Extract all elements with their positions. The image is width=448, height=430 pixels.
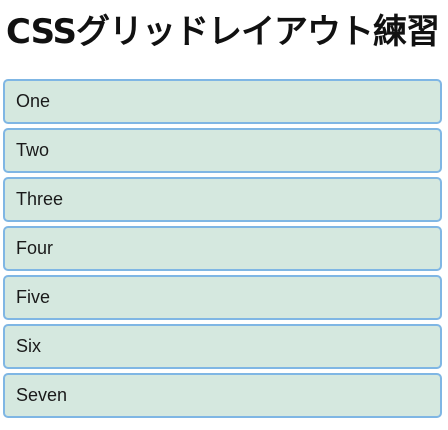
page-title: CSSグリッドレイアウト練習 bbox=[6, 12, 440, 52]
grid-item-six: Six bbox=[3, 324, 442, 369]
grid-item-three: Three bbox=[3, 177, 442, 222]
grid-item-four: Four bbox=[3, 226, 442, 271]
grid-item-five: Five bbox=[3, 275, 442, 320]
grid-item-one: One bbox=[3, 79, 442, 124]
grid-item-seven: Seven bbox=[3, 373, 442, 418]
grid-item-two: Two bbox=[3, 128, 442, 173]
grid-wrapper: One Two Three Four Five Six Seven bbox=[3, 79, 442, 418]
